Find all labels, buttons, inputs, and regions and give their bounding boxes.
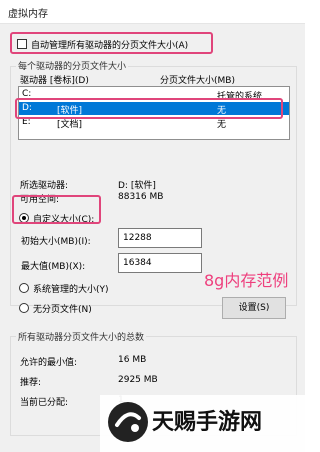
recommended-label: 推荐: bbox=[20, 378, 42, 388]
initial-size-field[interactable] bbox=[118, 228, 202, 248]
per-drive-group-label: 每个驱动器的分页文件大小 bbox=[16, 59, 129, 72]
currently-allocated-label: 当前已分配: bbox=[20, 398, 69, 408]
column-header-size[interactable]: 分页文件大小(MB) bbox=[160, 73, 235, 86]
min-allowed-label: 允许的最小值: bbox=[20, 358, 78, 368]
no-paging-file-label[interactable]: 无分页文件(N) bbox=[33, 302, 92, 315]
watermark-logo-icon bbox=[108, 402, 148, 442]
system-managed-radio[interactable] bbox=[19, 283, 29, 293]
system-managed-label[interactable]: 系统管理的大小(Y) bbox=[33, 282, 109, 295]
annotation-8g-example: 8g内存范例 bbox=[204, 271, 289, 290]
initial-size-input[interactable] bbox=[119, 229, 201, 247]
highlight-custom-size bbox=[12, 195, 101, 224]
initial-size-label: 初始大小(MB)(I): bbox=[21, 237, 91, 247]
window-title: 虚拟内存 bbox=[8, 9, 48, 20]
virtual-memory-dialog: 虚拟内存 自动管理所有驱动器的分页文件大小(A) 每个驱动器的分页文件大小 驱动… bbox=[0, 0, 305, 452]
min-allowed-value: 16 MB bbox=[118, 355, 147, 365]
max-size-field[interactable] bbox=[118, 253, 202, 273]
max-size-label: 最大值(MB)(X): bbox=[21, 262, 86, 272]
title-bar[interactable]: 虚拟内存 bbox=[0, 0, 305, 24]
set-button[interactable]: 设置(S) bbox=[222, 297, 286, 319]
selected-drive-label: 所选驱动器: bbox=[20, 181, 69, 191]
available-space-value: 88316 MB bbox=[118, 192, 164, 202]
totals-group-label: 所有驱动器分页文件大小的总数 bbox=[16, 330, 147, 343]
highlight-auto-manage bbox=[10, 32, 213, 54]
column-header-drive[interactable]: 驱动器 [卷标](D) bbox=[20, 73, 89, 86]
watermark-text: 天赐手游网 bbox=[152, 410, 263, 435]
highlight-selected-drive bbox=[15, 98, 283, 119]
recommended-value: 2925 MB bbox=[118, 375, 158, 385]
site-watermark: 天赐手游网 bbox=[100, 395, 305, 452]
max-size-input[interactable] bbox=[119, 254, 201, 272]
no-paging-file-radio[interactable] bbox=[19, 303, 29, 313]
selected-drive-value: D: [软件] bbox=[118, 181, 156, 191]
